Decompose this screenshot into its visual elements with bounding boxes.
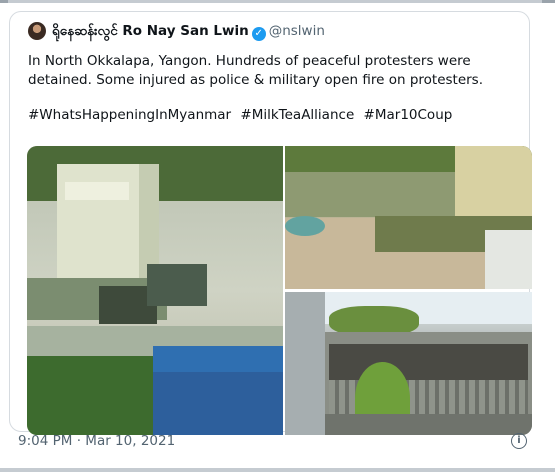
- author-name[interactable]: ရိုနေဆန်းလွင် Ro Nay San Lwin: [52, 23, 249, 39]
- author-avatar[interactable]: [28, 22, 46, 40]
- verified-badge-icon: ✓: [251, 27, 266, 41]
- info-icon[interactable]: i: [511, 433, 527, 449]
- bottom-divider: [0, 468, 555, 472]
- photo-top-right[interactable]: [285, 146, 532, 289]
- time-separator: ·: [76, 433, 81, 449]
- hashtag-row: #WhatsHappeningInMyanmar #MilkTeaAllianc…: [28, 107, 457, 123]
- tweet-date[interactable]: Mar 10, 2021: [85, 433, 175, 449]
- hashtag-link[interactable]: #MilkTeaAlliance: [240, 107, 354, 123]
- hashtag-link[interactable]: #WhatsHappeningInMyanmar: [28, 107, 231, 123]
- tweet-card[interactable]: ရိုနေဆန်းလွင် Ro Nay San Lwin ✓ @nslwin In…: [9, 11, 532, 435]
- author-handle[interactable]: @nslwin: [269, 23, 325, 39]
- tweet-text: In North Okkalapa, Yangon. Hundreds of p…: [28, 53, 484, 88]
- top-divider: [0, 0, 555, 3]
- tweet-author[interactable]: ရိုနေဆန်းလွင် Ro Nay San Lwin ✓ @nslwin: [52, 22, 325, 42]
- media-grid: [27, 146, 532, 435]
- photo-bottom-right[interactable]: [285, 292, 532, 435]
- photo-left[interactable]: [27, 146, 283, 435]
- hashtag-link[interactable]: #Mar10Coup: [364, 107, 453, 123]
- tweet-time[interactable]: 9:04 PM: [18, 433, 72, 449]
- tweet-timestamp[interactable]: 9:04 PM · Mar 10, 2021: [18, 433, 175, 449]
